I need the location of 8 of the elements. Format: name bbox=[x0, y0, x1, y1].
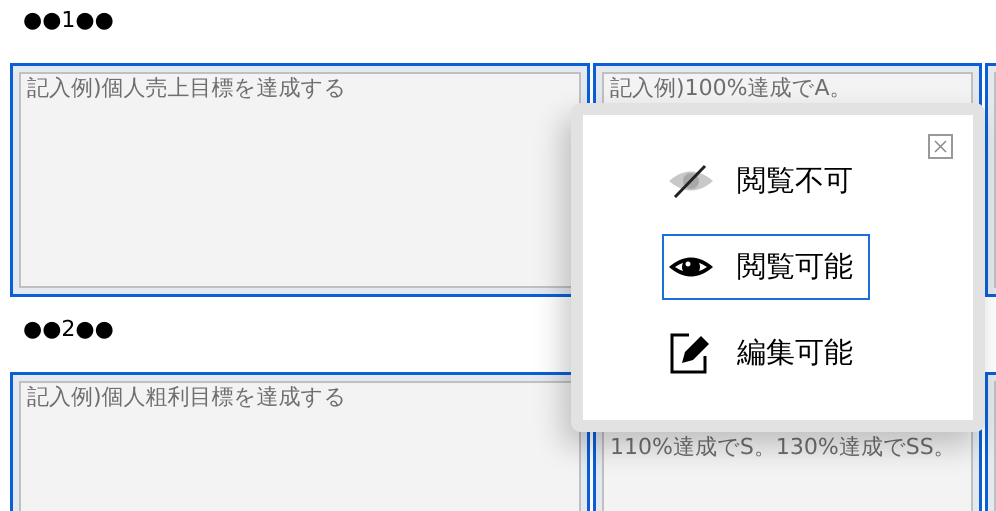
close-icon bbox=[934, 140, 947, 153]
section-heading: ●●2●● bbox=[22, 316, 115, 344]
close-button[interactable] bbox=[928, 134, 953, 159]
permission-option[interactable]: 閲覧可能 bbox=[662, 234, 870, 300]
text-area[interactable]: 記入例)個人売上目標を達成する bbox=[19, 72, 581, 288]
eye-slash-icon bbox=[667, 164, 715, 198]
text-area[interactable]: 記入例)個人粗利目標を達成する bbox=[19, 381, 581, 511]
section-heading: ●●1●● bbox=[22, 7, 115, 35]
